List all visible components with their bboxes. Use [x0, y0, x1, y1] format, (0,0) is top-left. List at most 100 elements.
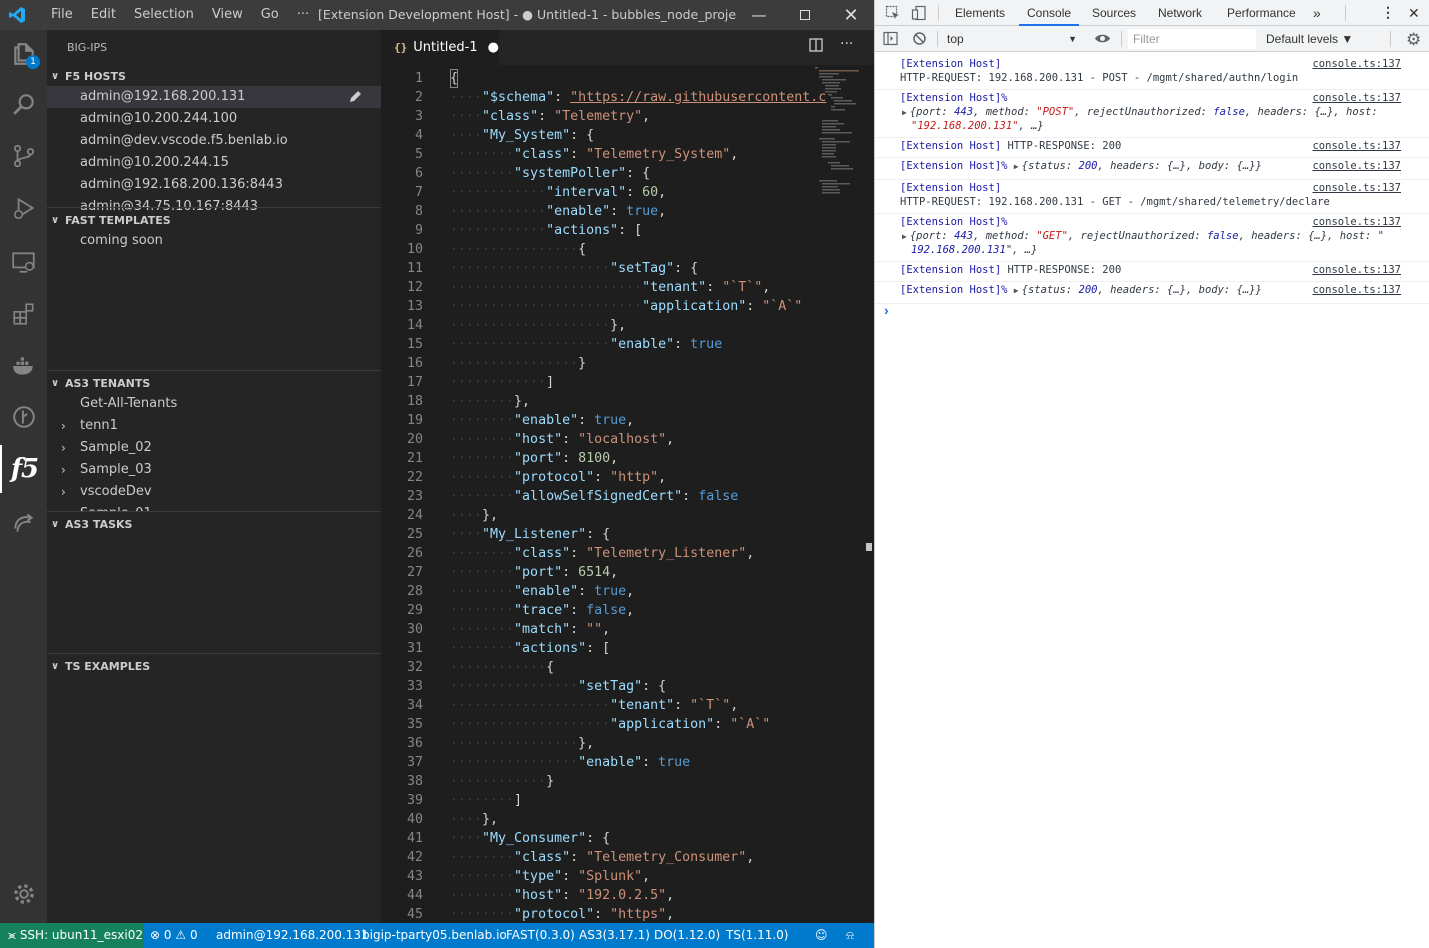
section-header-ts-examples[interactable]: ∨ TS EXAMPLES	[51, 660, 150, 673]
code-line[interactable]: ········"protocol": "http",	[450, 468, 666, 487]
console-message[interactable]: [Extension Host]% ▶ {status: 200, headers…	[875, 158, 1429, 180]
close-window-button[interactable]: ✕	[828, 0, 874, 30]
activity-remote-explorer[interactable]	[0, 238, 47, 286]
source-link[interactable]: console.ts:137	[1312, 284, 1401, 296]
feedback-icon[interactable]: ☺	[815, 923, 828, 948]
code-line[interactable]: ····},	[450, 506, 498, 525]
code-line[interactable]: ········"trace": false,	[450, 601, 634, 620]
console-message[interactable]: [Extension Host] HTTP-REQUEST: 192.168.20…	[875, 180, 1429, 214]
code-line[interactable]: ········"class": "Telemetry_Listener",	[450, 544, 754, 563]
code-line[interactable]: ········]	[450, 791, 522, 810]
expand-triangle-icon[interactable]: ▶	[902, 232, 907, 241]
source-link[interactable]: console.ts:137	[1312, 92, 1401, 104]
status-as3[interactable]: AS3(3.17.1)	[579, 923, 650, 948]
console-message[interactable]: [Extension Host] HTTP-RESPONSE: 200 conso…	[875, 262, 1429, 282]
tab-sources[interactable]: Sources	[1092, 0, 1136, 26]
code-line[interactable]: ············"actions": [	[450, 221, 642, 240]
activity-run-debug[interactable]	[0, 184, 47, 232]
code-line[interactable]: ········"enable": true,	[450, 411, 634, 430]
code-line[interactable]: ············"enable": true,	[450, 202, 666, 221]
context-selector[interactable]: top ▼	[942, 26, 1082, 52]
code-line[interactable]: ········"port": 6514,	[450, 563, 618, 582]
activity-f5[interactable]: f5	[0, 445, 47, 493]
minimize-button[interactable]: —	[736, 0, 782, 30]
source-link[interactable]: console.ts:137	[1312, 264, 1401, 276]
code-line[interactable]: ················{	[450, 240, 586, 259]
code-line[interactable]: ········"class": "Telemetry_System",	[450, 145, 738, 164]
code-line[interactable]: ····················"tenant": "`T`",	[450, 696, 738, 715]
device-toolbar-icon[interactable]	[911, 4, 927, 22]
activity-search[interactable]	[0, 80, 47, 128]
code-line[interactable]: ········"systemPoller": {	[450, 164, 650, 183]
inspect-element-icon[interactable]	[885, 4, 901, 22]
host-item[interactable]: admin@192.168.200.131	[47, 86, 381, 108]
status-fast[interactable]: FAST(0.3.0)	[506, 923, 575, 948]
menu-selection[interactable]: Selection	[125, 0, 203, 30]
code-line[interactable]: ········"match": "",	[450, 620, 610, 639]
code-line[interactable]: ············{	[450, 658, 554, 677]
code-line[interactable]: ····"class": "Telemetry",	[450, 107, 650, 126]
code-line[interactable]: {	[450, 69, 459, 88]
section-header-fast-templates[interactable]: ∨ FAST TEMPLATES	[51, 214, 171, 227]
code-line[interactable]: ························"tenant": "`T`",	[450, 278, 770, 297]
section-header-f5-hosts[interactable]: ∨ F5 HOSTS	[51, 70, 126, 83]
code-line[interactable]: ····},	[450, 810, 498, 829]
tab-elements[interactable]: Elements	[955, 0, 1005, 26]
remote-indicator[interactable]: ⪤ SSH: ubun11_esxi02	[0, 923, 144, 948]
maximize-button[interactable]	[782, 0, 828, 30]
console-message[interactable]: [Extension Host]% ▶ {status: 200, headers…	[875, 282, 1429, 304]
code-line[interactable]: ····················"setTag": {	[450, 259, 698, 278]
section-header-as3-tasks[interactable]: ∨ AS3 TASKS	[51, 518, 132, 531]
code-line[interactable]: ········"allowSelfSignedCert": false	[450, 487, 738, 506]
host-item[interactable]: admin@10.200.244.15	[47, 152, 381, 174]
activity-remote-share[interactable]	[0, 498, 47, 546]
log-levels-dropdown[interactable]: Default levels ▼	[1266, 26, 1353, 52]
console-prompt[interactable]: ›	[884, 302, 889, 318]
code-line[interactable]: ················"enable": true	[450, 753, 690, 772]
minimap[interactable]	[813, 65, 863, 195]
fast-template-item[interactable]: coming soon	[47, 230, 381, 252]
code-line[interactable]: ························"application": "…	[450, 297, 802, 316]
activity-extensions[interactable]	[0, 290, 47, 338]
close-devtools-icon[interactable]: ✕	[1408, 0, 1420, 26]
menu-file[interactable]: File	[42, 0, 82, 30]
tenant-item[interactable]: › tenn1	[47, 415, 381, 437]
console-message[interactable]: [Extension Host] HTTP-REQUEST: 192.168.20…	[875, 56, 1429, 90]
code-line[interactable]: ····"My_Consumer": {	[450, 829, 610, 848]
tenant-item[interactable]: Get-All-Tenants	[47, 393, 381, 415]
host-item[interactable]: admin@192.168.200.136:8443	[47, 174, 381, 196]
console-message[interactable]: [Extension Host] HTTP-RESPONSE: 200 conso…	[875, 138, 1429, 158]
menu-view[interactable]: View	[203, 0, 252, 30]
expand-triangle-icon[interactable]: ▶	[1014, 286, 1019, 295]
sidebar-toggle-icon[interactable]	[883, 31, 898, 49]
problems-indicator[interactable]: ⊗ 0 ⚠ 0	[150, 923, 198, 948]
code-line[interactable]: ········"host": "localhost",	[450, 430, 674, 449]
code-line[interactable]: ········"protocol": "https",	[450, 905, 674, 923]
source-link[interactable]: console.ts:137	[1312, 140, 1401, 152]
source-link[interactable]: console.ts:137	[1312, 216, 1401, 228]
code-line[interactable]: ····················"application": "`A`"	[450, 715, 770, 734]
notifications-bell-icon[interactable]: ⍾	[846, 923, 854, 948]
status-ts[interactable]: TS(1.11.0)	[726, 923, 788, 948]
code-line[interactable]: ············"interval": 60,	[450, 183, 666, 202]
console-settings-gear-icon[interactable]: ⚙	[1406, 30, 1421, 50]
live-expression-eye-icon[interactable]	[1094, 31, 1111, 49]
source-link[interactable]: console.ts:137	[1312, 160, 1401, 172]
filter-input[interactable]: Filter	[1128, 29, 1256, 49]
tenant-item[interactable]: › Sample_03	[47, 459, 381, 481]
status-do[interactable]: DO(1.12.0)	[654, 923, 720, 948]
console-message[interactable]: [Extension Host]% ▶ {port: 443, method: "P…	[875, 90, 1429, 138]
source-link[interactable]: console.ts:137	[1312, 58, 1401, 70]
host-item[interactable]: admin@dev.vscode.f5.benlab.io	[47, 130, 381, 152]
activity-source-control[interactable]	[0, 132, 47, 180]
tab-console[interactable]: Console	[1019, 0, 1080, 26]
console-message[interactable]: [Extension Host]% ▶ {port: 443, method: "G…	[875, 214, 1429, 262]
more-actions-icon[interactable]: ···	[840, 36, 853, 52]
activity-gitlens[interactable]	[0, 393, 47, 441]
tenant-item[interactable]: › Sample_02	[47, 437, 381, 459]
code-line[interactable]: ············]	[450, 373, 554, 392]
section-header-as3-tenants[interactable]: ∨ AS3 TENANTS	[51, 377, 150, 390]
activity-docker[interactable]	[0, 342, 47, 390]
code-line[interactable]: ················},	[450, 734, 594, 753]
code-line[interactable]: ····"My_Listener": {	[450, 525, 610, 544]
